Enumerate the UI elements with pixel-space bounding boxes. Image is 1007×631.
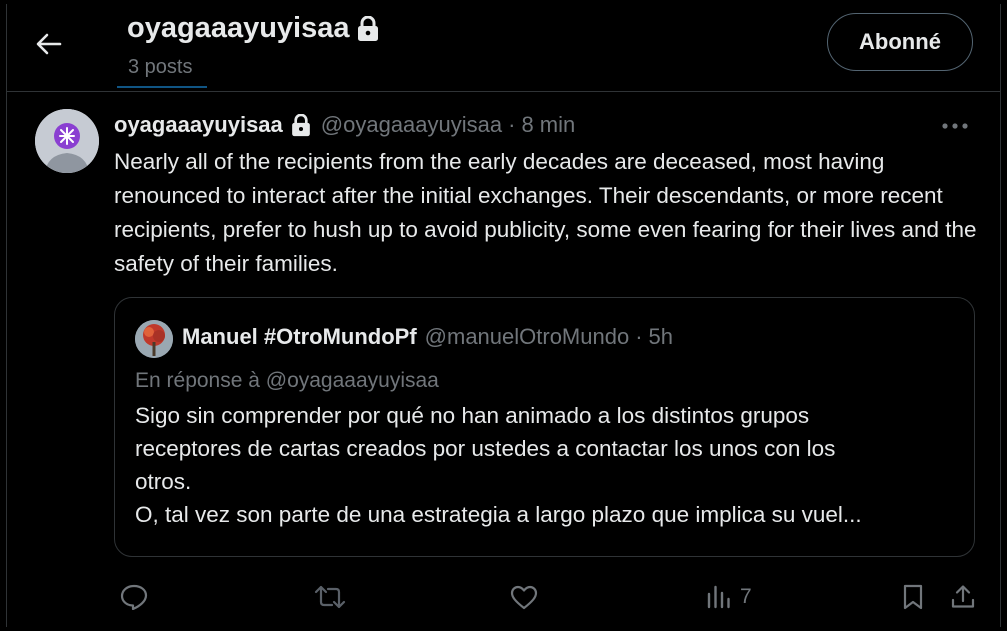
share-icon	[951, 585, 975, 608]
arrow-left-icon	[36, 33, 62, 55]
action-bar: 7	[114, 577, 984, 617]
views-button[interactable]: 7	[706, 577, 752, 617]
bookmark-icon	[903, 584, 923, 610]
profile-header: oyagaaayuyisaa 3 posts Abonné	[7, 4, 1000, 92]
quote-header: Manuel #OtroMundoPf @manuelOtroMundo · 5…	[182, 324, 673, 350]
following-button[interactable]: Abonné	[827, 13, 973, 71]
quote-text-line: otros.	[135, 469, 192, 494]
lock-icon	[358, 15, 379, 41]
reply-context: En réponse à @oyagaaayuyisaa	[135, 369, 439, 392]
lock-icon	[291, 113, 311, 137]
active-tab-indicator	[117, 86, 207, 88]
tweet-header: oyagaaayuyisaa @oyagaaayuyisaa · 8 min	[114, 112, 575, 138]
quote-avatar	[135, 320, 173, 358]
views-icon	[707, 585, 730, 609]
heart-icon	[510, 585, 538, 609]
post-count: 3 posts	[128, 56, 193, 78]
profile-title: oyagaaayuyisaa	[127, 12, 379, 45]
author-name[interactable]: oyagaaayuyisaa	[114, 112, 283, 138]
quote-time: 5h	[648, 324, 674, 349]
quote-avatar-image	[135, 320, 173, 358]
quote-text-line: receptores de cartas creados por ustedes…	[135, 436, 836, 461]
share-button[interactable]	[950, 577, 976, 617]
tweet-text: Nearly all of the recipients from the ea…	[114, 149, 977, 276]
repost-button[interactable]	[314, 577, 346, 617]
author-handle[interactable]: @oyagaaayuyisaa	[321, 112, 502, 138]
back-button[interactable]	[29, 24, 69, 64]
quoted-tweet[interactable]: Manuel #OtroMundoPf @manuelOtroMundo · 5…	[114, 297, 975, 557]
reply-icon	[120, 584, 148, 610]
reply-button[interactable]	[120, 577, 148, 617]
avatar[interactable]	[35, 109, 99, 173]
more-horizontal-icon	[942, 123, 968, 129]
views-count: 7	[740, 585, 752, 608]
separator-dot: ·	[635, 324, 643, 349]
more-button[interactable]	[938, 112, 972, 140]
like-button[interactable]	[510, 577, 538, 617]
profile-title-text: oyagaaayuyisaa	[127, 12, 350, 44]
quote-text-line: Sigo sin comprender por qué no han anima…	[135, 403, 810, 428]
quote-text: Sigo sin comprender por qué no han anima…	[135, 399, 965, 531]
quote-author-handle: @manuelOtroMundo	[424, 324, 630, 349]
separator-dot: ·	[508, 112, 516, 137]
repost-icon	[314, 585, 346, 609]
bookmark-button[interactable]	[902, 577, 924, 617]
quote-author-name: Manuel #OtroMundoPf	[182, 324, 417, 349]
avatar-image	[35, 109, 99, 173]
profile-timeline: oyagaaayuyisaa 3 posts Abonné oyagaaayuy…	[6, 4, 1001, 627]
post-time[interactable]: 8 min	[521, 112, 575, 138]
quote-text-line: O, tal vez son parte de una estrategia a…	[135, 502, 862, 527]
